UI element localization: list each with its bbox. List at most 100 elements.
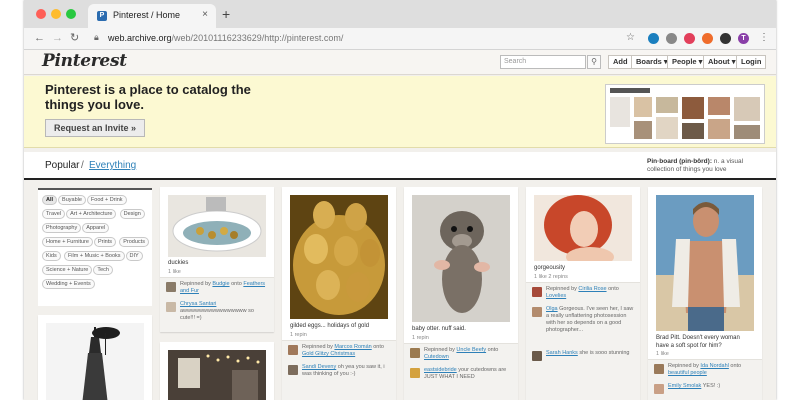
pin-image[interactable]: [290, 195, 388, 319]
pin-stats: 1 like 2 repins: [534, 274, 568, 280]
pin-card[interactable]: gorgeousity 1 like 2 repins Repinned by …: [526, 187, 640, 400]
extension-icon[interactable]: [684, 33, 695, 44]
url-path: /web/20101116233629/http://pinterest.com…: [171, 33, 344, 43]
nav-add[interactable]: Add: [608, 55, 633, 69]
pin-description: gilded eggs... holidays of gold: [290, 323, 370, 329]
browser-toolbar: ← → ↻ 🔒︎ web.archive.org/web/20101116233…: [24, 28, 776, 50]
request-invite-button[interactable]: Request an Invite »: [45, 119, 145, 137]
avatar[interactable]: [654, 364, 664, 374]
category-film-music-books[interactable]: Film + Music + Books: [63, 251, 125, 261]
comment: Sarah Hanks she is sooo stunning: [546, 350, 630, 356]
new-tab-button[interactable]: +: [222, 7, 230, 21]
pinboard-term: Pin·board (pin-bôrd):: [647, 158, 712, 165]
extension-icon[interactable]: [702, 33, 713, 44]
pin-image[interactable]: [168, 350, 266, 400]
pin-card[interactable]: Brad Pitt. Doesn't every woman have a so…: [648, 187, 762, 400]
pinterest-page: Pinterest Search ⚲ Add Boards ▾ People ▾…: [24, 50, 776, 400]
nav-login[interactable]: Login: [736, 55, 767, 69]
reload-icon[interactable]: ↻: [70, 31, 79, 45]
avatar[interactable]: [654, 384, 664, 394]
category-all[interactable]: All: [42, 195, 58, 205]
comment: Chrysa Santari awwwwwwwwwwwwwwww so cute…: [180, 301, 254, 321]
avatar[interactable]: [166, 282, 176, 292]
filter-separator: /: [81, 160, 84, 171]
pin-comments: Repinned by Ida Nordahl onto beautiful p…: [648, 359, 762, 400]
pin-card[interactable]: gilded eggs... holidays of gold 1 repin …: [282, 187, 396, 400]
maximize-window-button[interactable]: [66, 9, 76, 19]
category-apparel[interactable]: Apparel: [82, 223, 110, 233]
search-input[interactable]: Search: [500, 55, 586, 69]
category-wedding-events[interactable]: Wedding + Events: [42, 279, 95, 289]
pin-description: duckies: [168, 260, 189, 266]
profile-avatar[interactable]: T: [738, 33, 749, 44]
pin-image[interactable]: [168, 195, 266, 257]
avatar[interactable]: [288, 345, 298, 355]
category-kids[interactable]: Kids: [42, 251, 61, 261]
extension-icon[interactable]: [666, 33, 677, 44]
forward-arrow-icon[interactable]: →: [52, 31, 63, 45]
site-header: Pinterest Search ⚲ Add Boards ▾ People ▾…: [24, 50, 776, 75]
close-window-button[interactable]: [36, 9, 46, 19]
repin-note: Repinned by Marcos Román onto Gold Glitz…: [302, 344, 384, 357]
pinboard-definition: Pin·board (pin-bôrd): n. a visual collec…: [647, 158, 767, 174]
repin-note: Repinned by Ida Nordahl onto beautiful p…: [668, 363, 742, 376]
menu-kebab-icon[interactable]: ⋮: [759, 31, 769, 45]
pin-stats: 1 repin: [412, 335, 429, 341]
category-design[interactable]: Design: [119, 209, 145, 219]
browser-window: P Pinterest / Home × + ← → ↻ 🔒︎ web.arch…: [24, 0, 776, 400]
avatar[interactable]: [166, 302, 176, 312]
pin-comments: Repinned by Marcos Román onto Gold Glitz…: [282, 340, 396, 400]
pin-image[interactable]: [46, 323, 144, 400]
pinterest-logo[interactable]: Pinterest: [42, 51, 127, 71]
pin-comments: Repinned by Uncle Beefy onto Cutedown ea…: [404, 343, 518, 400]
bookmark-star-icon[interactable]: ☆: [626, 31, 635, 45]
hero-banner: Pinterest is a place to catalog the thin…: [24, 76, 776, 148]
category-home-furniture[interactable]: Home + Furniture: [42, 237, 93, 247]
pin-stats: 1 like: [168, 269, 181, 275]
close-tab-icon[interactable]: ×: [202, 9, 208, 20]
category-art-architecture[interactable]: Art + Architecture: [66, 209, 117, 219]
category-buyable[interactable]: Buyable: [58, 195, 86, 205]
category-products[interactable]: Products: [119, 237, 149, 247]
repin-note: Repinned by Cirilia Rose onto Lovelies: [546, 286, 619, 299]
category-tech[interactable]: Tech: [93, 265, 113, 275]
browser-tab[interactable]: P Pinterest / Home ×: [88, 4, 216, 28]
avatar[interactable]: [410, 348, 420, 358]
back-arrow-icon[interactable]: ←: [34, 31, 45, 45]
search-icon[interactable]: ⚲: [587, 55, 601, 69]
avatar[interactable]: [532, 307, 542, 317]
repin-note: Repinned by Uncle Beefy onto Cutedown: [424, 347, 499, 360]
avatar[interactable]: [532, 351, 542, 361]
nav-about[interactable]: About ▾: [703, 55, 741, 69]
pin-card[interactable]: [160, 342, 274, 400]
avatar[interactable]: [532, 287, 542, 297]
pin-comments: Repinned by Cirilia Rose onto Lovelies O…: [526, 282, 640, 400]
pin-image[interactable]: [534, 195, 632, 267]
avatar[interactable]: [410, 368, 420, 378]
category-diy[interactable]: DIY: [125, 251, 143, 261]
filter-popular[interactable]: Popular: [45, 160, 79, 171]
pin-card[interactable]: baby otter. nuff said. 1 repin Repinned …: [404, 187, 518, 400]
site-preview-thumbnail: [605, 84, 765, 144]
minimize-window-button[interactable]: [51, 9, 61, 19]
extension-icon[interactable]: [648, 33, 659, 44]
filter-everything[interactable]: Everything: [89, 160, 136, 171]
repin-note: Repinned by Budgie onto Feathers and Fur: [180, 281, 266, 294]
tab-title: Pinterest / Home: [113, 10, 181, 20]
nav-people[interactable]: People ▾: [667, 55, 708, 69]
hero-title: Pinterest is a place to catalog the thin…: [45, 82, 251, 112]
category-travel[interactable]: Travel: [42, 209, 66, 219]
extension-icon[interactable]: [720, 33, 731, 44]
pin-card[interactable]: [38, 315, 152, 400]
pin-description: baby otter. nuff said.: [412, 326, 466, 332]
category-science-nature[interactable]: Science + Nature: [42, 265, 93, 275]
category-food-drink[interactable]: Food + Drink: [86, 195, 127, 205]
pin-image[interactable]: [656, 195, 754, 331]
pin-card[interactable]: duckies 1 like Repinned by Budgie onto F…: [160, 187, 274, 332]
pin-image[interactable]: [412, 195, 510, 322]
pin-stats: 1 repin: [290, 332, 307, 338]
address-bar[interactable]: web.archive.org/web/20101116233629/http:…: [108, 33, 343, 43]
category-photography[interactable]: Photography: [42, 223, 82, 233]
avatar[interactable]: [288, 365, 298, 375]
category-prints[interactable]: Prints: [93, 237, 117, 247]
